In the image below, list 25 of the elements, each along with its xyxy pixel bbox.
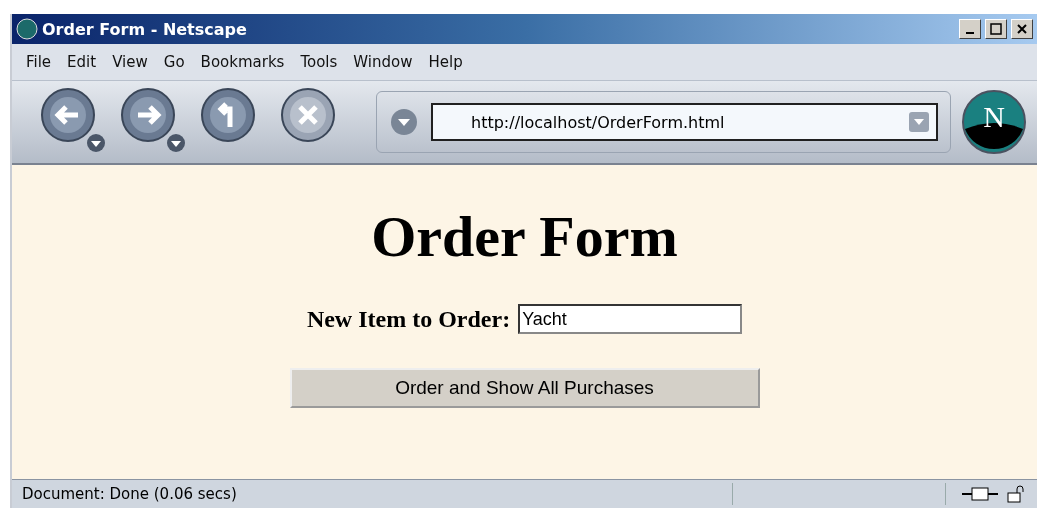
menu-item[interactable]: Tools: [294, 51, 344, 73]
maximize-button[interactable]: [985, 19, 1007, 39]
menu-item[interactable]: View: [106, 51, 154, 73]
page-heading: Order Form: [371, 203, 678, 270]
lock-icon: [1006, 484, 1026, 504]
menu-item[interactable]: File: [20, 51, 58, 73]
url-field[interactable]: http://localhost/OrderForm.html: [431, 103, 938, 141]
app-icon: [16, 18, 38, 40]
item-input[interactable]: Yacht: [518, 304, 743, 334]
field-label: New Item to Order:: [306, 305, 511, 333]
status-text: Document: Done (0.06 secs): [21, 485, 238, 503]
close-button[interactable]: [1011, 19, 1033, 39]
close-icon: [1017, 24, 1027, 34]
menu-item[interactable]: Help: [422, 51, 469, 73]
menu-item[interactable]: Edit: [61, 51, 103, 73]
dropdown-icon[interactable]: [389, 107, 419, 137]
menu-item[interactable]: Go: [157, 51, 191, 73]
menu-item[interactable]: Bookmarks: [194, 51, 291, 73]
menu-item[interactable]: Window: [347, 51, 419, 73]
window-title: Order Form - Netscape: [42, 19, 248, 39]
minimize-icon: [966, 32, 974, 34]
connection-icon: [960, 485, 1000, 503]
maximize-icon: [990, 23, 1002, 35]
order-button[interactable]: Order and Show All Purchases: [289, 368, 760, 408]
minimize-button[interactable]: [959, 19, 981, 39]
